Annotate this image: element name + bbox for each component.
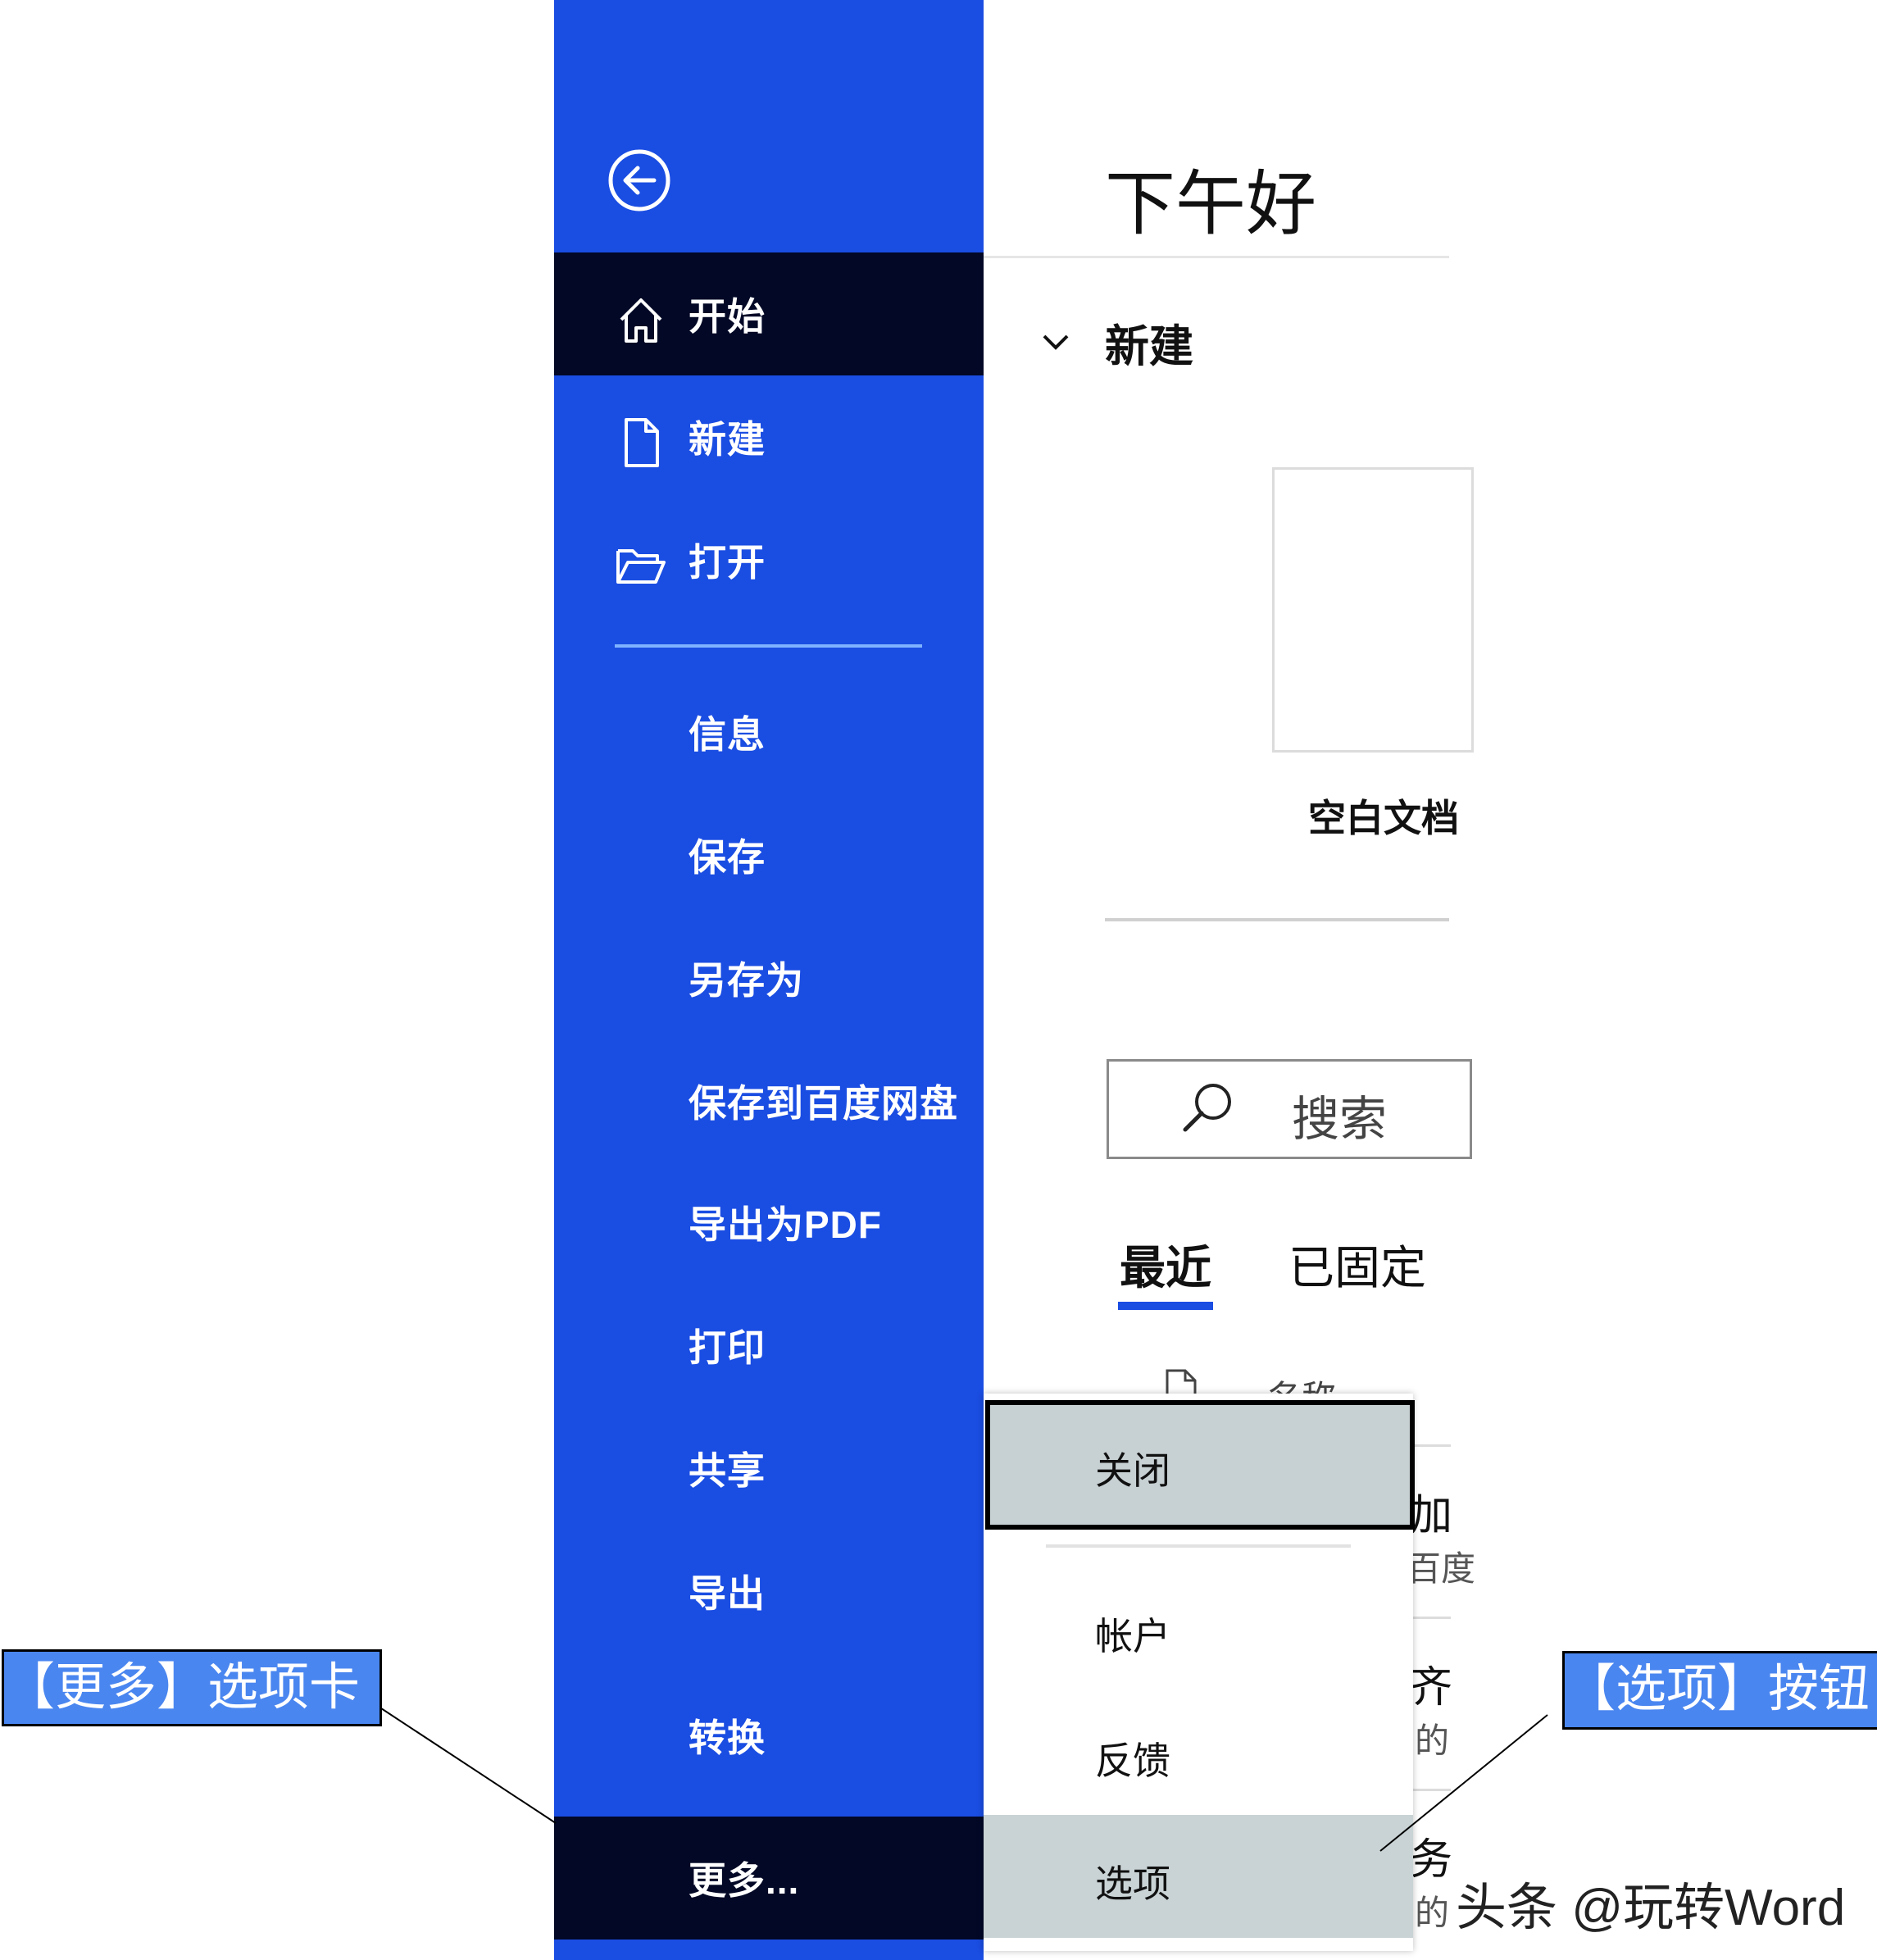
watermark-text: 头条 @玩转Word	[1456, 1880, 1846, 1936]
callout-options-button: 【选项】按钮	[1562, 1651, 1877, 1730]
callout-more-tab: 【更多】选项卡	[2, 1649, 382, 1726]
